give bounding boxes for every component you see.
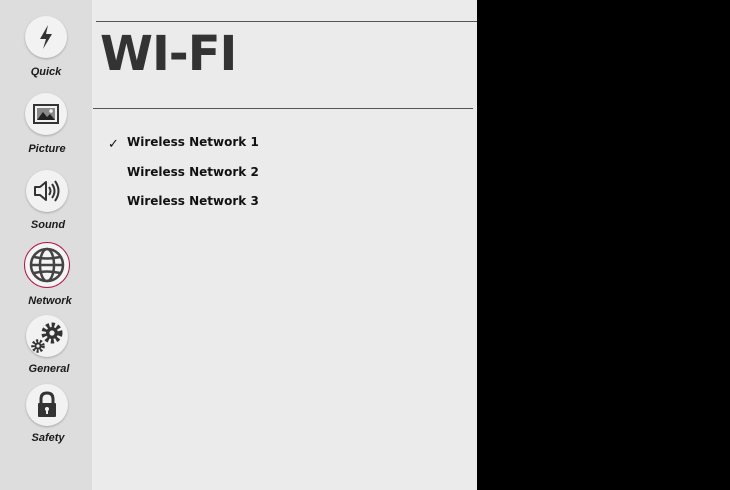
lock-icon xyxy=(26,384,68,426)
speaker-icon xyxy=(26,170,68,212)
sidebar-item-safety[interactable]: Safety xyxy=(0,380,92,450)
globe-icon xyxy=(24,242,70,288)
settings-sidebar: Quick Picture Sound Network General Safe… xyxy=(0,0,92,490)
sidebar-item-label: Picture xyxy=(28,143,66,155)
sidebar-item-label: Sound xyxy=(30,219,66,231)
title-divider xyxy=(93,108,473,109)
lightning-icon xyxy=(25,16,67,58)
network-item-1[interactable]: Wireless Network 1 xyxy=(127,135,259,149)
sidebar-item-sound[interactable]: Sound xyxy=(0,160,92,234)
checkmark-icon: ✓ xyxy=(108,137,119,152)
sidebar-item-network[interactable]: Network xyxy=(0,236,92,312)
sidebar-item-label: Network xyxy=(28,295,72,307)
sidebar-item-picture[interactable]: Picture xyxy=(0,84,92,158)
picture-icon xyxy=(25,93,67,135)
wifi-panel: WI-FI ✓ Wireless Network 1 Wireless Netw… xyxy=(92,0,477,490)
network-item-3[interactable]: Wireless Network 3 xyxy=(127,194,259,208)
sidebar-item-general[interactable]: General xyxy=(0,312,92,380)
sidebar-item-label: Safety xyxy=(31,432,65,444)
sidebar-item-label: General xyxy=(28,363,70,375)
top-divider xyxy=(96,21,477,22)
sidebar-item-label: Quick xyxy=(30,66,62,78)
sidebar-item-quick[interactable]: Quick xyxy=(0,0,92,82)
blank-area xyxy=(477,0,730,490)
page-title: WI-FI xyxy=(100,26,237,82)
gears-icon xyxy=(26,315,68,357)
network-item-2[interactable]: Wireless Network 2 xyxy=(127,165,259,179)
